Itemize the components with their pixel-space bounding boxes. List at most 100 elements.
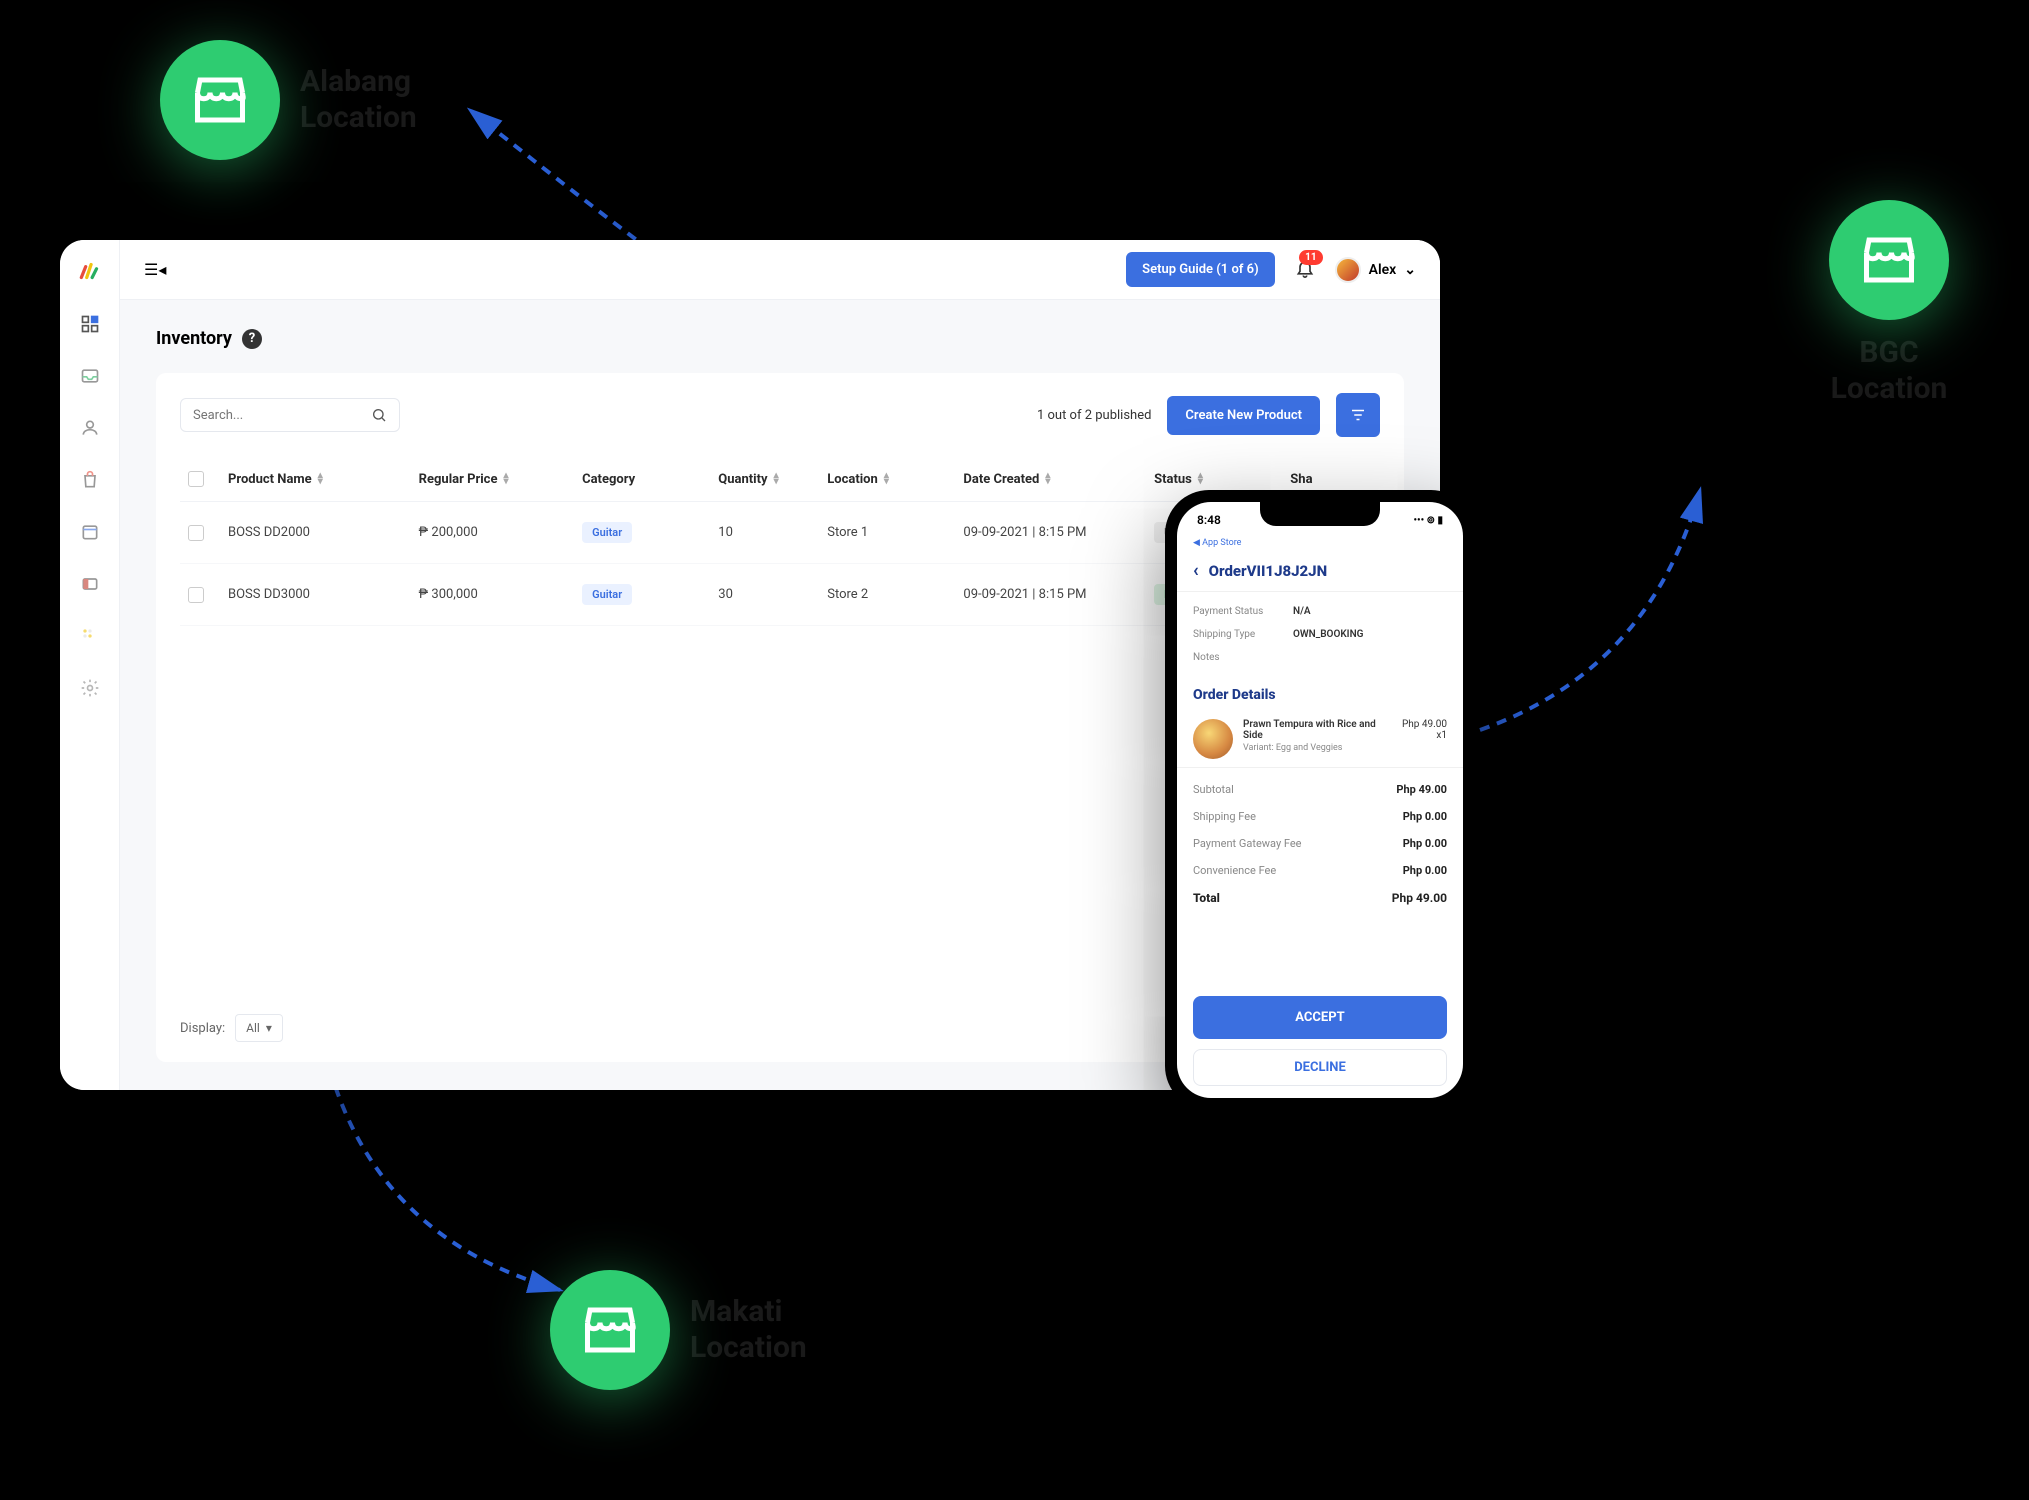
- location-label: BGC Location: [1831, 335, 1948, 407]
- notification-badge: 11: [1299, 250, 1322, 265]
- collapse-icon[interactable]: ☰◂: [144, 260, 166, 279]
- user-menu[interactable]: Alex ⌄: [1335, 257, 1416, 283]
- cell-price: ₱ 300,000: [419, 587, 582, 602]
- display-label: Display:: [180, 1021, 225, 1036]
- total-label: Total: [1193, 891, 1220, 905]
- cell-date: 09-09-2021 | 8:15 PM: [963, 525, 1154, 540]
- phone-mockup: 8:48 ••• ⊚ ▮ ◀ App Store ‹ OrderVII1J8J2…: [1165, 490, 1475, 1110]
- page-title-text: Inventory: [156, 328, 232, 349]
- order-item: Prawn Tempura with Rice and Side Variant…: [1177, 711, 1463, 768]
- info-row: Notes: [1193, 646, 1447, 669]
- order-title: OrderVII1J8J2JN: [1209, 562, 1327, 580]
- published-info: 1 out of 2 published: [1037, 408, 1151, 423]
- cell-name: BOSS DD2000: [228, 525, 419, 540]
- info-row: Shipping Type OWN_BOOKING: [1193, 623, 1447, 646]
- cell-price: ₱ 200,000: [419, 525, 582, 540]
- row-checkbox[interactable]: [188, 587, 204, 603]
- summary-total: Total Php 49.00: [1193, 884, 1447, 912]
- summary-row: SubtotalPhp 49.00: [1193, 776, 1447, 803]
- summary-value: Php 0.00: [1403, 837, 1447, 850]
- location-label: Alabang Location: [300, 64, 417, 136]
- app-logo: [77, 258, 103, 284]
- location-alabang: Alabang Location: [160, 40, 417, 160]
- col-product-name[interactable]: Product Name▴▾: [228, 472, 419, 487]
- cell-qty: 30: [718, 587, 827, 602]
- col-quantity[interactable]: Quantity▴▾: [718, 472, 827, 487]
- summary-row: Payment Gateway FeePhp 0.00: [1193, 830, 1447, 857]
- connector-arrow: [1470, 470, 1750, 750]
- help-icon[interactable]: ?: [242, 329, 262, 349]
- location-bgc: BGC Location: [1829, 200, 1949, 407]
- location-makati: Makati Location: [550, 1270, 807, 1390]
- col-regular-price[interactable]: Regular Price▴▾: [419, 472, 582, 487]
- decline-button[interactable]: DECLINE: [1193, 1049, 1447, 1086]
- sidebar: [60, 240, 120, 1090]
- order-summary: SubtotalPhp 49.00Shipping FeePhp 0.00Pay…: [1177, 768, 1463, 920]
- signal-icons: ••• ⊚ ▮: [1414, 515, 1444, 526]
- col-category[interactable]: Category: [582, 472, 718, 487]
- accept-button[interactable]: ACCEPT: [1193, 996, 1447, 1039]
- info-value: N/A: [1293, 606, 1311, 617]
- col-status[interactable]: Status▴▾: [1154, 472, 1290, 487]
- summary-row: Convenience Fee Php 0.00: [1193, 857, 1447, 884]
- filter-icon: [1349, 406, 1367, 424]
- row-checkbox[interactable]: [188, 525, 204, 541]
- total-value: Php 49.00: [1392, 891, 1447, 905]
- col-location[interactable]: Location▴▾: [827, 472, 963, 487]
- order-details-title: Order Details: [1177, 677, 1463, 711]
- select-all-checkbox[interactable]: [188, 471, 204, 487]
- info-row: Payment Status N/A: [1193, 600, 1447, 623]
- phone-header: ‹ OrderVII1J8J2JN: [1177, 550, 1463, 592]
- cell-date: 09-09-2021 | 8:15 PM: [963, 587, 1154, 602]
- store-icon: [550, 1270, 670, 1390]
- nav-bag-icon[interactable]: [78, 468, 102, 492]
- nav-settings-icon[interactable]: [78, 676, 102, 700]
- filter-button[interactable]: [1336, 393, 1380, 437]
- search-input[interactable]: [180, 398, 400, 432]
- page-title: Inventory ?: [156, 328, 1404, 349]
- info-label: Shipping Type: [1193, 629, 1273, 640]
- nav-dashboard-icon[interactable]: [78, 312, 102, 336]
- nav-user-icon[interactable]: [78, 416, 102, 440]
- display-control: Display: All ▾: [180, 1014, 283, 1042]
- user-name: Alex: [1369, 262, 1397, 278]
- col-date-created[interactable]: Date Created▴▾: [963, 472, 1154, 487]
- order-info-list: Payment Status N/A Shipping Type OWN_BOOKIN…: [1177, 592, 1463, 677]
- category-tag: Guitar: [582, 584, 632, 605]
- summary-value: Php 0.00: [1403, 864, 1447, 877]
- notifications-button[interactable]: 11: [1295, 258, 1315, 282]
- cell-qty: 10: [718, 525, 827, 540]
- nav-calendar-icon[interactable]: [78, 520, 102, 544]
- create-product-button[interactable]: Create New Product: [1167, 396, 1320, 435]
- chevron-down-icon: ▾: [266, 1021, 272, 1035]
- nav-inbox-icon[interactable]: [78, 364, 102, 388]
- info-label: Payment Status: [1193, 606, 1273, 617]
- col-share: Sha: [1290, 472, 1372, 487]
- setup-guide-button[interactable]: Setup Guide (1 of 6): [1126, 252, 1275, 287]
- store-icon: [1829, 200, 1949, 320]
- item-price: Php 49.00 x1: [1402, 719, 1447, 759]
- summary-value: Php 0.00: [1403, 810, 1447, 823]
- summary-label: Shipping Fee: [1193, 810, 1256, 823]
- info-value: OWN_BOOKING: [1293, 629, 1363, 640]
- summary-label: Convenience Fee: [1193, 864, 1276, 877]
- item-variant: Variant: Egg and Veggies: [1243, 743, 1392, 753]
- search-field[interactable]: [193, 408, 361, 423]
- item-image: [1193, 719, 1233, 759]
- phone-notch: [1260, 502, 1380, 526]
- back-to-app-store[interactable]: ◀ App Store: [1177, 538, 1463, 550]
- chevron-down-icon: ⌄: [1404, 262, 1416, 278]
- phone-time: 8:48: [1197, 513, 1221, 527]
- location-label: Makati Location: [690, 1294, 807, 1366]
- category-tag: Guitar: [582, 522, 632, 543]
- item-name: Prawn Tempura with Rice and Side: [1243, 719, 1392, 741]
- topbar: ☰◂ Setup Guide (1 of 6) 11 Alex ⌄: [120, 240, 1440, 300]
- nav-grid-icon[interactable]: [78, 624, 102, 648]
- info-label: Notes: [1193, 652, 1273, 663]
- cell-location: Store 1: [827, 525, 963, 540]
- cell-name: BOSS DD3000: [228, 587, 419, 602]
- nav-card-icon[interactable]: [78, 572, 102, 596]
- cell-location: Store 2: [827, 587, 963, 602]
- display-select[interactable]: All ▾: [235, 1014, 283, 1042]
- back-button[interactable]: ‹: [1193, 560, 1199, 581]
